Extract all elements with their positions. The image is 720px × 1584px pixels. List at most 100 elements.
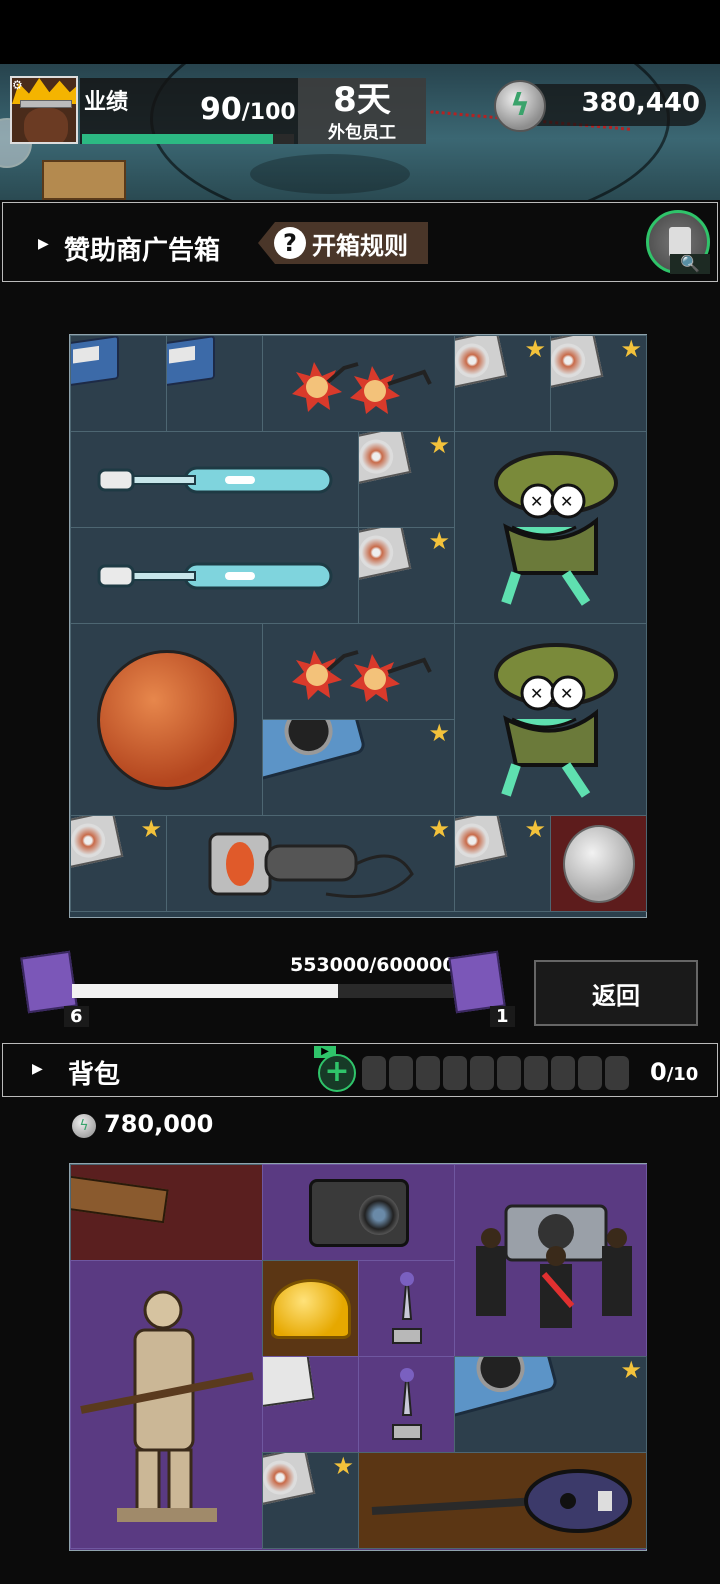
- star-icon: ★: [428, 431, 450, 459]
- cd-icon: [359, 432, 440, 504]
- gear-icon[interactable]: ⚙: [12, 78, 26, 92]
- backpack-used: 0: [650, 1058, 667, 1086]
- item-cd[interactable]: ★: [262, 1452, 359, 1549]
- star-icon: ★: [620, 335, 642, 363]
- lightning-coin-icon: ϟ: [494, 80, 546, 132]
- svg-text:✕: ✕: [560, 492, 573, 511]
- cd-player-icon: [455, 1357, 609, 1443]
- cd-player-icon: [263, 720, 417, 806]
- empty-slot: [524, 1056, 548, 1090]
- item-sword-statue[interactable]: [358, 1356, 455, 1453]
- item-zombie-frog[interactable]: ✕ ✕: [454, 431, 647, 624]
- basketball-icon: [96, 649, 237, 790]
- backpack-count: 0/10: [650, 1058, 698, 1086]
- item-cd[interactable]: ★: [358, 527, 455, 624]
- item-notebook[interactable]: [70, 335, 167, 432]
- rules-label[interactable]: 开箱规则: [312, 226, 408, 261]
- terracotta-soldier-icon: [77, 1280, 257, 1530]
- item-camera[interactable]: [262, 1164, 455, 1261]
- electric-toothbrush-icon: [95, 556, 335, 596]
- item-postcard[interactable]: [262, 1356, 359, 1453]
- notebook-icon: [167, 336, 250, 406]
- item-hair-dryer[interactable]: ★: [166, 815, 455, 912]
- item-cd-player[interactable]: ★: [454, 1356, 647, 1453]
- empty-slot: [497, 1056, 521, 1090]
- item-terracotta-soldier[interactable]: [70, 1260, 263, 1549]
- item-electric-toothbrush[interactable]: [70, 431, 359, 528]
- puzzle-left-count: 6: [64, 1006, 89, 1027]
- hair-dryer-icon: [206, 824, 416, 904]
- backpack-capacity: /10: [666, 1064, 699, 1085]
- svg-text:✕: ✕: [530, 684, 543, 703]
- clipboard-icon: [669, 227, 691, 257]
- star-icon: ★: [332, 1452, 354, 1480]
- empty-slot: [416, 1056, 440, 1090]
- cd-icon: [551, 336, 632, 408]
- currency-value: 380,440: [581, 88, 700, 118]
- svg-text:✕: ✕: [530, 492, 543, 511]
- cd-icon: [359, 528, 440, 600]
- item-coffin-dance-speaker[interactable]: [454, 1164, 647, 1357]
- camera-icon: [308, 1178, 409, 1247]
- question-icon[interactable]: ?: [274, 227, 306, 259]
- item-cd[interactable]: ★: [550, 335, 647, 432]
- days-value: 8天: [333, 80, 391, 120]
- cd-icon: [71, 816, 152, 888]
- puzzle-piece-icon: [20, 950, 78, 1014]
- sponsor-title: 赞助商广告箱: [64, 236, 221, 266]
- item-cd[interactable]: ★: [358, 431, 455, 528]
- item-sword-statue[interactable]: [358, 1260, 455, 1357]
- empty-slot: [605, 1056, 629, 1090]
- back-button[interactable]: 返回: [534, 960, 698, 1026]
- star-icon: ★: [428, 815, 450, 843]
- empty-slot: [389, 1056, 413, 1090]
- cd-icon: [455, 816, 536, 888]
- electric-toothbrush-icon: [95, 460, 335, 500]
- silver-coin-icon: [562, 824, 635, 903]
- item-sun-sunglasses[interactable]: [262, 623, 455, 720]
- sun-sunglasses-icon: [284, 642, 434, 702]
- cd-icon: [455, 336, 536, 408]
- item-zombie-frog[interactable]: ✕ ✕: [454, 623, 647, 816]
- backpack-value: 780,000: [104, 1110, 214, 1138]
- sun-sunglasses-icon: [284, 354, 434, 414]
- star-icon: ★: [140, 815, 162, 843]
- item-notebook[interactable]: [166, 335, 263, 432]
- item-cd-player[interactable]: ★: [262, 719, 455, 816]
- empty-slot: [551, 1056, 575, 1090]
- backpack-title: 背包: [68, 1060, 121, 1090]
- zombie-frog-icon: ✕ ✕: [476, 635, 626, 805]
- add-slot-button[interactable]: +: [318, 1054, 356, 1092]
- star-icon: ★: [524, 815, 546, 843]
- notebook-icon: [71, 336, 154, 406]
- postcard-icon: [263, 1357, 348, 1435]
- electric-guitar-icon: [368, 1461, 638, 1541]
- star-icon: ★: [428, 527, 450, 555]
- item-cd[interactable]: ★: [454, 815, 551, 912]
- performance-value: 90/100: [200, 92, 296, 127]
- search-icon[interactable]: 🔍: [670, 254, 710, 274]
- sword-statue-icon: [387, 1269, 427, 1349]
- coffin-dance-speaker-icon: [466, 1186, 636, 1336]
- puzzle-piece-icon: [448, 950, 506, 1014]
- svg-text:✕: ✕: [560, 684, 573, 703]
- item-electric-toothbrush[interactable]: [70, 527, 359, 624]
- item-wooden-box[interactable]: [70, 1164, 263, 1261]
- item-sun-sunglasses[interactable]: [262, 335, 455, 432]
- zombie-frog-icon: ✕ ✕: [476, 443, 626, 613]
- item-cd[interactable]: ★: [454, 335, 551, 432]
- item-cheese[interactable]: [262, 1260, 359, 1357]
- item-silver-coin[interactable]: [550, 815, 647, 912]
- backpack-grid: ★ ★: [69, 1163, 647, 1551]
- item-electric-guitar[interactable]: [358, 1452, 647, 1549]
- cheese-icon: [270, 1278, 351, 1339]
- wooden-box-icon: [71, 1168, 242, 1230]
- sword-statue-icon: [387, 1365, 427, 1445]
- status-bar: [0, 0, 720, 64]
- progress-label: 553000/600000: [290, 954, 456, 976]
- star-icon: ★: [620, 1356, 642, 1384]
- item-cd[interactable]: ★: [70, 815, 167, 912]
- item-basketball[interactable]: [70, 623, 263, 816]
- caret-right-icon: ▶: [38, 236, 49, 252]
- star-icon: ★: [428, 719, 450, 747]
